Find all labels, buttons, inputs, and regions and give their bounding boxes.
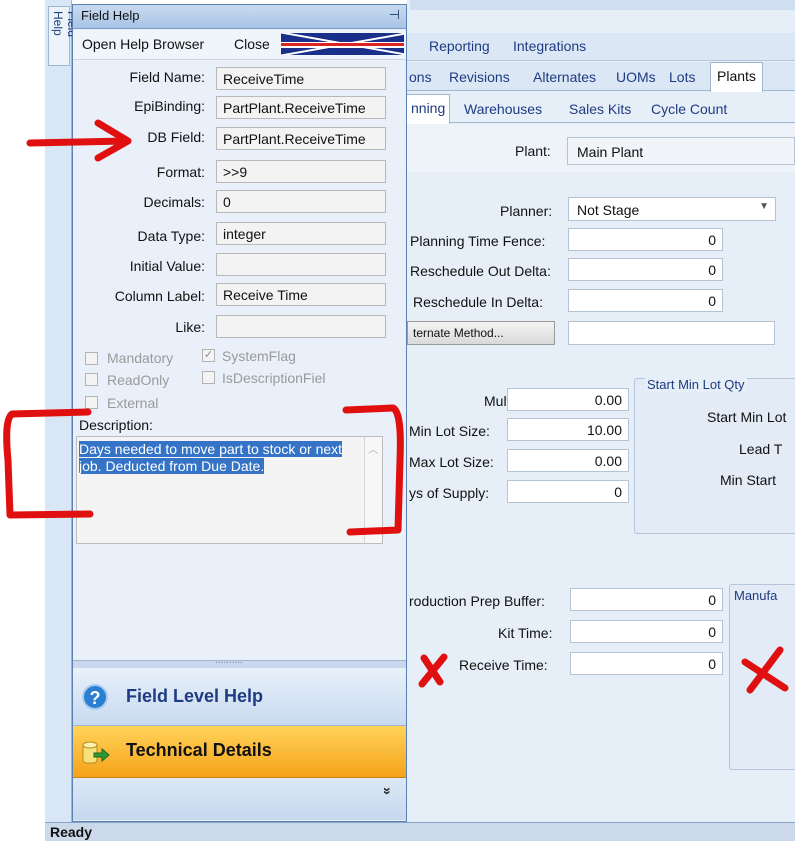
red-markup-overlay	[3, 119, 789, 694]
red-arrow-icon	[26, 119, 132, 162]
red-x-mark-right	[741, 646, 789, 694]
red-bracket-left	[3, 408, 94, 519]
red-x-mark-left	[418, 653, 448, 688]
red-bracket-right	[342, 404, 404, 536]
